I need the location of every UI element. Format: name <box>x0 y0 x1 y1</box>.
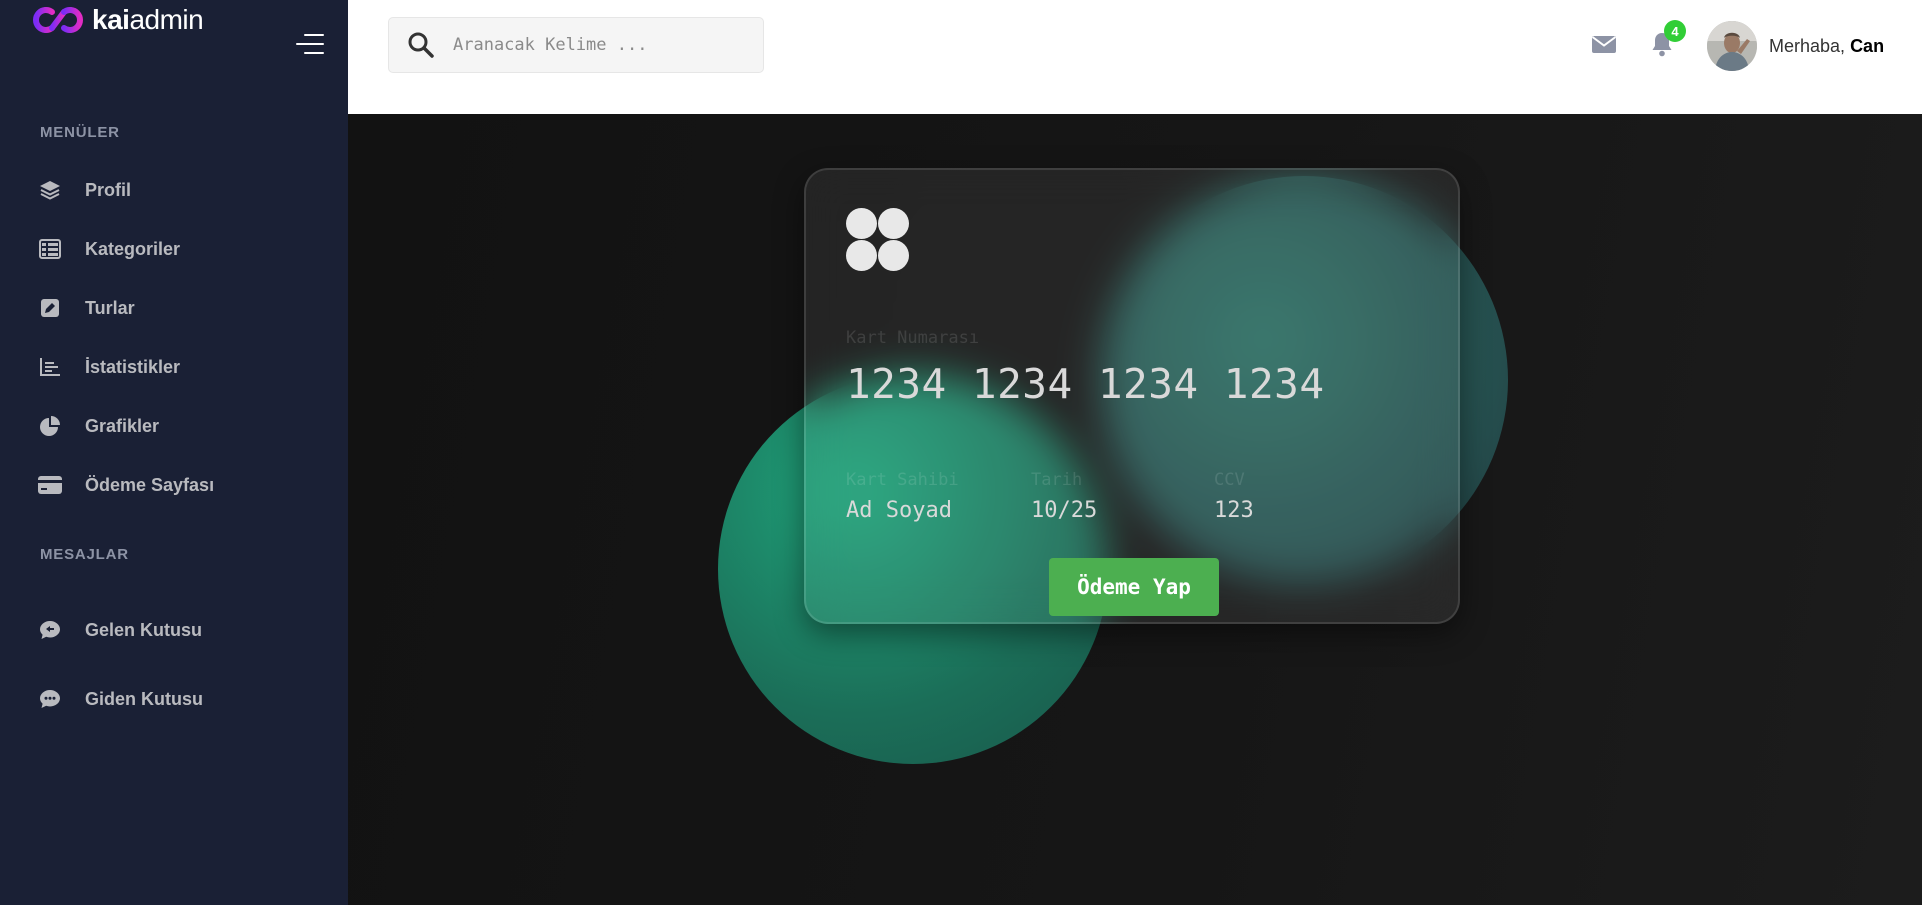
credit-card-icon <box>38 473 62 497</box>
sidebar-item-profil[interactable]: Profil <box>38 175 131 205</box>
sidebar-item-giden-kutusu[interactable]: Giden Kutusu <box>38 684 203 714</box>
card-cvv-field[interactable] <box>1214 498 1334 523</box>
card-holder-field[interactable] <box>846 498 1006 523</box>
payment-page: Kart Numarası Kart Sahibi Tarih CCV Ödem… <box>348 114 1922 905</box>
menu-line-icon <box>304 52 324 54</box>
section-title-messages: MESAJLAR <box>40 546 129 563</box>
top-header: 4 Merhaba, Can <box>348 0 1922 93</box>
sidebar-item-odeme-sayfasi[interactable]: Ödeme Sayfası <box>38 470 214 500</box>
sidebar-item-turlar[interactable]: Turlar <box>38 293 135 323</box>
kai-logo-icon <box>33 7 83 33</box>
sidebar-item-label: Turlar <box>85 297 135 318</box>
comment-dots-icon <box>38 618 62 642</box>
sidebar: kaiadmin MENÜLER Profil Kategoriler Turl… <box>0 0 348 905</box>
sidebar-item-kategoriler[interactable]: Kategoriler <box>38 234 180 264</box>
user-photo-icon <box>1707 21 1757 71</box>
section-title-menus: MENÜLER <box>40 124 120 141</box>
search-icon[interactable] <box>407 31 435 59</box>
sidebar-item-gelen-kutusu[interactable]: Gelen Kutusu <box>38 615 202 645</box>
card-number-label: Kart Numarası <box>846 328 980 348</box>
search-box[interactable] <box>388 17 764 73</box>
notification-badge: 4 <box>1664 20 1686 42</box>
card-holder-label: Kart Sahibi <box>846 470 959 490</box>
brand-name: kaiadmin <box>92 4 204 35</box>
sidebar-item-label: Gelen Kutusu <box>85 619 203 640</box>
menu-line-icon <box>296 43 324 45</box>
pie-icon <box>38 414 62 438</box>
card-date-label: Tarih <box>1031 470 1083 490</box>
sidebar-item-istatistikler[interactable]: İstatistikler <box>38 352 180 382</box>
card-number-field[interactable] <box>846 360 1406 408</box>
header-divider <box>348 92 1922 114</box>
brand-logo[interactable]: kaiadmin <box>32 4 204 36</box>
sidebar-item-label: İstatistikler <box>85 356 181 377</box>
card-date-field[interactable] <box>1031 498 1171 523</box>
sidebar-item-label: Grafikler <box>85 415 160 436</box>
table-icon <box>38 237 62 261</box>
sidebar-item-label: Kategoriler <box>85 238 181 259</box>
pay-button[interactable]: Ödeme Yap <box>1049 558 1219 616</box>
credit-card-panel: Kart Numarası Kart Sahibi Tarih CCV Ödem… <box>804 168 1460 624</box>
menu-toggle-button[interactable] <box>296 34 324 56</box>
chart-icon <box>38 355 62 379</box>
search-input[interactable] <box>451 34 745 56</box>
layers-icon <box>38 178 62 202</box>
sidebar-item-label: Giden Kutusu <box>85 688 203 709</box>
envelope-icon[interactable] <box>1590 30 1618 58</box>
comment-icon <box>38 687 62 711</box>
user-greeting[interactable]: Merhaba, Can <box>1769 36 1884 57</box>
avatar[interactable] <box>1707 21 1757 71</box>
sidebar-item-label: Ödeme Sayfası <box>85 474 215 495</box>
card-brand-icon <box>846 208 910 272</box>
sidebar-item-grafikler[interactable]: Grafikler <box>38 411 159 441</box>
edit-icon <box>38 296 62 320</box>
menu-line-icon <box>304 34 324 36</box>
sidebar-item-label: Profil <box>85 179 132 200</box>
card-cvv-label: CCV <box>1214 470 1245 490</box>
